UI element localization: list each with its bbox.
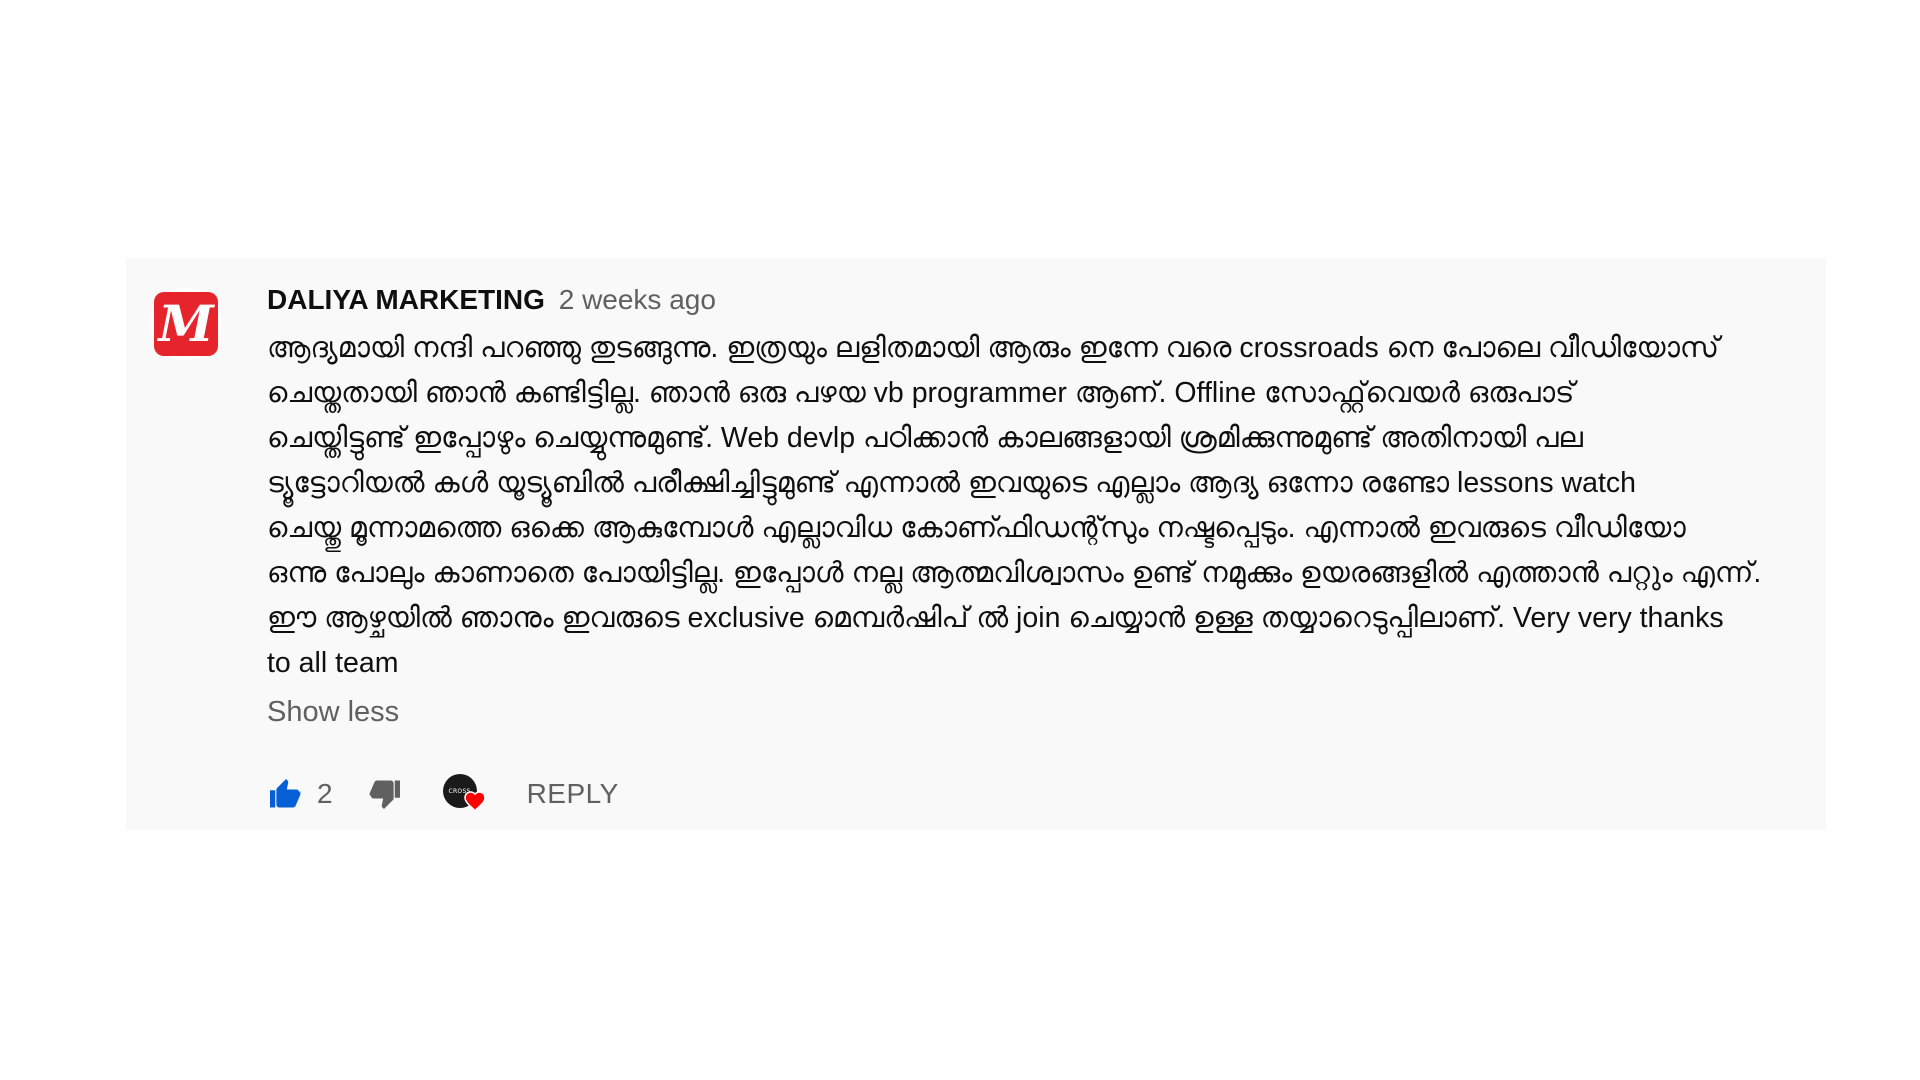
comment-text-line: ഒന്നു പോലും കാണാതെ പോയിട്ടില്ല. ഇപ്പോൾ ന… bbox=[267, 557, 1762, 589]
thumbs-down-icon bbox=[369, 780, 400, 809]
comment-text-line: ട്യൂട്ടോറിയൽ കൾ യൂട്യൂബിൽ പരീക്ഷിച്ചിട്ട… bbox=[267, 467, 1637, 499]
thumbs-up-icon bbox=[270, 779, 301, 808]
comment-text-line: to all team bbox=[267, 647, 399, 679]
like-button[interactable] bbox=[267, 776, 303, 812]
comment-header: DALIYA MARKETING 2 weeks ago bbox=[267, 282, 1787, 318]
comment-text: ആദ്യമായി നന്ദി പറഞ്ഞു തുടങ്ങുന്നു. ഇത്രയ… bbox=[267, 326, 1787, 686]
comment-text-line: ചെയ്തതായി ഞാൻ കണ്ടിട്ടില്ല. ഞാൻ ഒരു പഴയ … bbox=[267, 377, 1575, 409]
heart-icon bbox=[463, 791, 486, 812]
author-avatar-logo: M bbox=[154, 292, 218, 356]
author-avatar[interactable]: M bbox=[150, 288, 222, 360]
comment-text-line: ചെയ്തു മൂന്നാമത്തെ ഒക്കെ ആകുമ്പോൾ എല്ലാവ… bbox=[267, 512, 1686, 544]
dislike-button[interactable] bbox=[367, 776, 403, 812]
creator-heart-badge[interactable]: CROSS bbox=[442, 772, 487, 816]
reply-button[interactable]: REPLY bbox=[527, 778, 619, 810]
like-count: 2 bbox=[317, 778, 333, 809]
show-less-button[interactable]: Show less bbox=[267, 692, 399, 732]
comment-card: M DALIYA MARKETING 2 weeks ago ആദ്യമായി … bbox=[126, 258, 1826, 830]
comment-text-line: ഈ ആഴ്ചയിൽ ഞാനും ഇവരുടെ exclusive മെമ്പർഷ… bbox=[267, 602, 1724, 634]
comment-timestamp[interactable]: 2 weeks ago bbox=[559, 284, 716, 315]
comment-actions: 2 CROSS REPLY bbox=[267, 766, 619, 822]
author-name[interactable]: DALIYA MARKETING bbox=[267, 284, 545, 315]
comment-text-line: ആദ്യമായി നന്ദി പറഞ്ഞു തുടങ്ങുന്നു. ഇത്രയ… bbox=[267, 332, 1720, 364]
comment-text-line: ചെയ്തിട്ടുണ്ട് ഇപ്പോഴും ചെയ്യുന്നുമുണ്ട്… bbox=[267, 422, 1583, 454]
comment-body: DALIYA MARKETING 2 weeks ago ആദ്യമായി നന… bbox=[267, 282, 1787, 732]
